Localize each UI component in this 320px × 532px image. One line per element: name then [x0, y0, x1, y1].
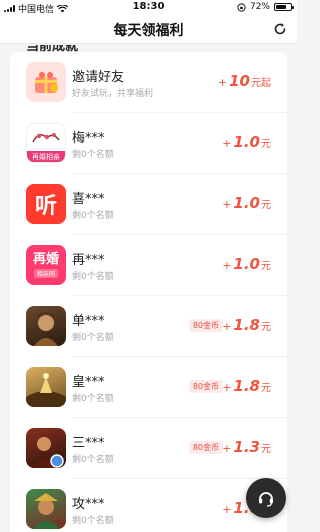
game-huang-icon [26, 367, 66, 407]
reward-unit: 元 [261, 261, 271, 272]
reward-plus: + [222, 503, 232, 516]
row-subtitle: 剩0个名额 [72, 516, 114, 526]
row-subtitle: 剩0个名额 [72, 455, 114, 465]
app-mei-icon: 再婚相亲 [26, 123, 66, 163]
app-zai-icon: 再婚 相亲网 [26, 245, 66, 285]
row-name: 喜*** [72, 192, 105, 207]
list-item-app[interactable]: 再婚相亲 梅*** 剩0个名额 + 1.0 元 [10, 113, 287, 174]
refresh-button[interactable] [271, 20, 289, 38]
row-name: 攻*** [72, 497, 105, 512]
app-mei-label: 再婚相亲 [32, 153, 60, 161]
app-xi-label: 听 [34, 194, 57, 219]
battery-percent: 72% [249, 2, 270, 12]
status-right: 72% [237, 2, 294, 12]
reward-plus: + [217, 76, 228, 89]
row-subtitle: 剩0个名额 [72, 333, 114, 343]
list-item-game[interactable]: 单*** 剩0个名额 80金币 + 1.8 元 [10, 296, 287, 357]
reward-value: + 1.0 元 [222, 133, 271, 151]
reward-value: + 1.8 元 [222, 377, 271, 395]
reward-amount: 1.8 [233, 377, 260, 395]
row-subtitle: 剩0个名额 [72, 272, 114, 282]
reward-plus: + [222, 259, 232, 272]
row-subtitle: 剩0个名额 [72, 150, 114, 160]
battery-icon [274, 3, 294, 11]
reward-value: + 1.0 元 [222, 255, 271, 273]
coin-badge: 80金币 [188, 441, 223, 454]
game-dan-icon [26, 306, 66, 346]
reward-unit: 元起 [251, 78, 271, 89]
list-item-app[interactable]: 再婚 相亲网 再*** 剩0个名额 + 1.0 元 [10, 235, 287, 296]
headset-icon [259, 492, 273, 507]
reward-value: + 10 元起 [218, 72, 271, 90]
refresh-icon [274, 23, 286, 35]
game-gong-icon [26, 489, 66, 529]
page-title: 每天领福利 [113, 23, 184, 39]
content-area[interactable]: 当前成就 邀请好友 好友试玩，共享福利 + 10 元起 再婚相亲 梅*** 剩0… [0, 45, 297, 532]
app-zai-label: 再婚 [32, 252, 59, 267]
reward-amount: 1.0 [233, 194, 260, 212]
row-name: 三*** [72, 436, 105, 451]
reward-unit: 元 [261, 139, 271, 150]
customer-support-button[interactable] [246, 478, 286, 518]
row-subtitle: 剩0个名额 [72, 211, 114, 221]
app-xi-icon: 听 [26, 184, 66, 224]
coin-badge: 80金币 [188, 380, 223, 393]
reward-unit: 元 [261, 444, 271, 455]
row-name: 邀请好友 [72, 70, 125, 85]
list-item-game[interactable]: 三*** 剩0个名额 80金币 + 1.3 元 [10, 418, 287, 479]
reward-unit: 元 [261, 383, 271, 394]
nav-bar: 每天领福利 [0, 14, 297, 44]
row-name: 皇*** [72, 375, 105, 390]
list-item-game[interactable]: 皇*** 剩0个名额 80金币 + 1.8 元 [10, 357, 287, 418]
row-subtitle: 剩0个名额 [72, 394, 114, 404]
reward-unit: 元 [261, 200, 271, 211]
reward-plus: + [222, 198, 232, 211]
list-item-app[interactable]: 听 喜*** 剩0个名额 + 1.0 元 [10, 174, 287, 235]
orientation-lock-icon [237, 2, 246, 12]
reward-plus: + [222, 381, 232, 394]
reward-amount: 1.0 [233, 255, 260, 273]
reward-unit: 元 [261, 322, 271, 333]
battery-fill [276, 5, 287, 9]
status-bar: 中国电信 18:30 72% [0, 0, 297, 15]
list-item-game[interactable]: 攻*** 剩0个名额 + 1.0 元 [10, 479, 287, 532]
list-item-invite[interactable]: 邀请好友 好友试玩，共享福利 + 10 元起 [10, 52, 287, 113]
reward-amount: 1.0 [233, 133, 260, 151]
reward-amount: 1.8 [233, 316, 260, 334]
reward-plus: + [222, 137, 232, 150]
reward-value: + 1.3 元 [222, 438, 271, 456]
invite-gift-icon [26, 62, 66, 102]
coin-badge: 80金币 [188, 319, 223, 332]
reward-list-card: 邀请好友 好友试玩，共享福利 + 10 元起 再婚相亲 梅*** 剩0个名额 +… [10, 52, 287, 532]
reward-plus: + [222, 442, 232, 455]
reward-value: + 1.8 元 [222, 316, 271, 334]
game-san-icon [26, 428, 66, 468]
row-name: 梅*** [72, 131, 105, 146]
reward-amount: 1.3 [233, 438, 260, 456]
row-name: 再*** [72, 253, 105, 268]
app-zai-sublabel: 相亲网 [33, 269, 58, 278]
reward-value: + 1.0 元 [222, 194, 271, 212]
row-subtitle: 好友试玩，共享福利 [72, 89, 154, 99]
reward-plus: + [222, 320, 232, 333]
row-name: 单*** [72, 314, 105, 329]
reward-amount: 10 [229, 72, 250, 90]
